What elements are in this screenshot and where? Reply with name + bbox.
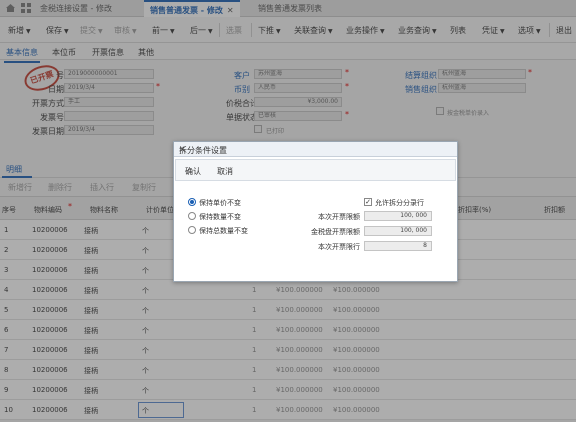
keep-total-qty-radio[interactable]: [188, 226, 196, 234]
allow-split-checkbox[interactable]: ✓: [364, 198, 372, 206]
keep-total-qty-label: 保持总数量不变: [199, 227, 248, 235]
dialog-titlebar: 拆分条件设置 ✕: [174, 142, 457, 157]
keep-qty-radio[interactable]: [188, 212, 196, 220]
split-condition-dialog: 拆分条件设置 ✕ 确认 取消 保持单价不变 保持数量不变 保持总数量不变 ✓ 允…: [173, 141, 458, 282]
cancel-button[interactable]: 取消: [217, 166, 233, 177]
keep-price-radio[interactable]: [188, 198, 196, 206]
dialog-toolbar: 确认 取消: [175, 159, 456, 181]
tax-limit-label: 金税盘开票限额: [311, 228, 360, 236]
row-limit-label: 本次开票限行: [318, 243, 360, 251]
confirm-button[interactable]: 确认: [185, 166, 201, 177]
row-limit-field[interactable]: 8: [364, 241, 432, 251]
limit-amount-field[interactable]: 100, 000: [364, 211, 432, 221]
keep-qty-label: 保持数量不变: [199, 213, 241, 221]
allow-split-label: 允许拆分分录行: [375, 199, 424, 207]
tax-limit-field[interactable]: 100, 000: [364, 226, 432, 236]
limit-amount-label: 本次开票限额: [318, 213, 360, 221]
close-icon[interactable]: ✕: [179, 145, 452, 154]
keep-price-label: 保持单价不变: [199, 199, 241, 207]
